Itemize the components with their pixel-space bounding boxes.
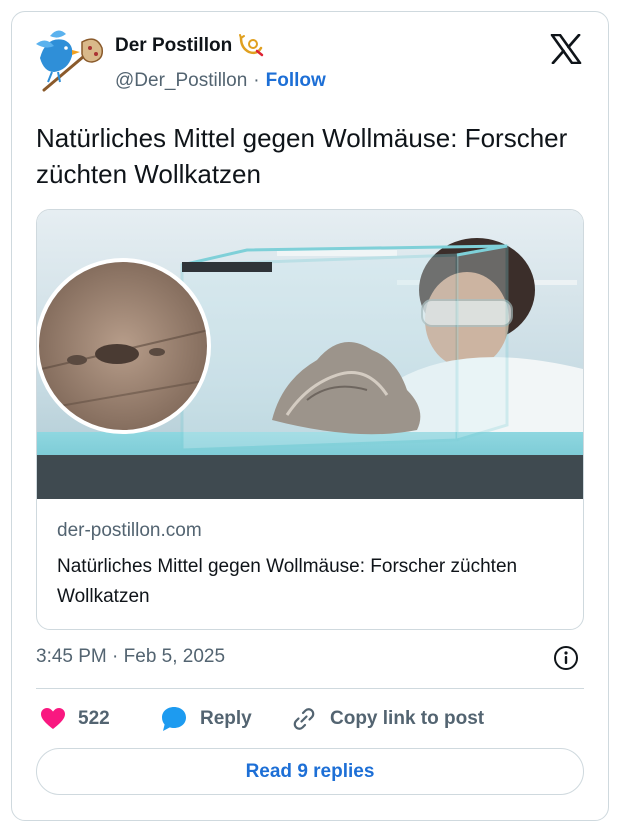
link-domain: der-postillon.com [57,520,202,541]
follow-button[interactable]: Follow [266,70,326,92]
reply-label: Reply [200,708,252,729]
display-name[interactable]: Der Postillon [115,35,232,57]
reply-bubble-icon [162,707,186,731]
account-handle[interactable]: @Der_Postillon [115,70,247,92]
like-button[interactable]: 522 [40,702,110,736]
divider [36,688,584,689]
link-icon [293,708,315,730]
post-text: Natürliches Mittel gegen Wollmäuse: Fors… [36,123,568,189]
read-replies-button[interactable]: Read 9 replies [36,748,584,795]
x-logo-icon[interactable] [550,34,582,64]
copy-link-label: Copy link to post [330,708,485,729]
action-bar: 522 Reply Copy link to post [36,702,584,736]
copy-link-button[interactable]: Copy link to post [290,702,484,736]
postillon-bird-avatar[interactable] [30,24,110,104]
info-icon[interactable] [553,645,579,671]
post-horn-badge-icon [239,34,264,57]
reply-button[interactable]: Reply [160,702,252,736]
like-count: 522 [78,708,110,729]
heart-icon [41,708,65,729]
link-title: Natürliches Mittel gegen Wollmäuse: Fors… [57,556,518,607]
separator-dot: · [253,70,260,91]
preview-image [37,210,583,499]
post-timestamp[interactable]: 3:45 PM · Feb 5, 2025 [36,646,225,668]
link-preview-card[interactable]: der-postillon.com Natürliches Mittel geg… [36,209,584,630]
